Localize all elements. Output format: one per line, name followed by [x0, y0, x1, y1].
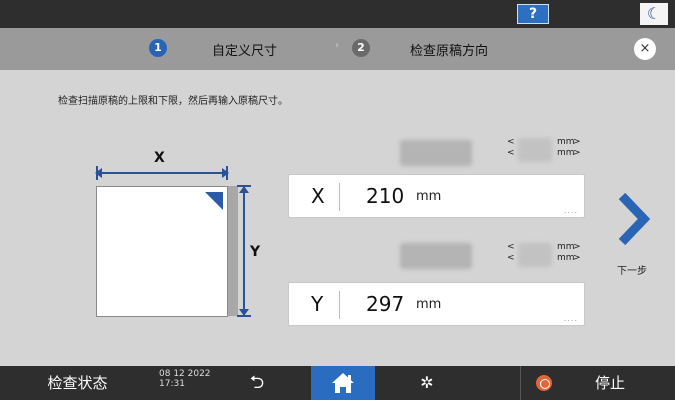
y-field-divider: [339, 291, 340, 319]
x-hint-blurred: [400, 140, 472, 166]
x-size-field[interactable]: X 210 mm ....: [288, 174, 585, 218]
instruction-text: 检查扫描原稿的上限和下限，然后再输入原稿尺寸。: [58, 96, 288, 107]
y-range-max-unit: mm: [557, 253, 575, 263]
bottom-bar: 检查状态 08 12 2022 17:31 ⮌ ✲ 停止: [0, 366, 675, 400]
back-arrow-icon: ⮌: [249, 372, 265, 393]
home-button[interactable]: [311, 366, 375, 400]
x-range-max-suffix: >: [573, 148, 581, 158]
diagram-y-label: Y: [250, 244, 261, 260]
y-arrow-down-icon: [239, 309, 249, 316]
step-2-label: 检查原稿方向: [410, 44, 489, 59]
stop-icon[interactable]: [536, 375, 552, 391]
y-range-values-blurred: [518, 243, 552, 267]
gear-icon: ✲: [420, 373, 434, 392]
step-bar: 1 自定义尺寸 › 2 检查原稿方向 ×: [0, 28, 675, 70]
energy-saver-button[interactable]: ☾: [640, 3, 668, 25]
x-range-min-prefix: <: [507, 137, 515, 147]
step-2-number: 2: [352, 39, 370, 57]
close-button[interactable]: ×: [634, 38, 656, 60]
x-field-divider: [339, 183, 340, 211]
y-range-max-prefix: <: [507, 253, 515, 263]
y-dimension-line: [243, 186, 245, 317]
settings-button[interactable]: ✲: [407, 366, 447, 400]
check-status-button[interactable]: 检查状态: [0, 366, 155, 400]
x-field-unit: mm: [416, 189, 442, 204]
next-label[interactable]: 下一步: [617, 262, 647, 277]
y-field-axis-label: Y: [311, 292, 324, 316]
x-range-max-unit: mm: [557, 148, 575, 158]
x-range-min-suffix: >: [573, 137, 581, 147]
x-field-more-icon: ....: [563, 206, 578, 215]
moon-icon: ☾: [646, 4, 662, 23]
home-icon: [332, 373, 354, 393]
x-field-axis-label: X: [311, 184, 325, 208]
paper-sheet: [96, 186, 228, 317]
step-1-number: 1: [149, 39, 167, 57]
x-range-values-blurred: [518, 138, 552, 162]
time-text: 17:31: [159, 379, 185, 389]
y-field-value: 297: [366, 292, 405, 316]
y-range-min-prefix: <: [507, 242, 515, 252]
next-button[interactable]: [612, 190, 652, 248]
stop-button[interactable]: 停止: [595, 366, 625, 400]
y-range-min-suffix: >: [573, 242, 581, 252]
x-arrow-left-icon: [95, 168, 102, 178]
step-1-label: 自定义尺寸: [212, 44, 278, 59]
y-range-max-suffix: >: [573, 253, 581, 263]
y-size-field[interactable]: Y 297 mm ....: [288, 282, 585, 326]
y-arrow-up-icon: [239, 186, 249, 193]
step-separator-icon: ›: [335, 40, 339, 51]
x-range-min-unit: mm: [557, 137, 575, 147]
x-field-value: 210: [366, 184, 405, 208]
date-text: 08 12 2022: [159, 369, 211, 379]
x-dimension-line: [96, 172, 228, 174]
y-hint-blurred: [400, 243, 472, 269]
y-range-min-unit: mm: [557, 242, 575, 252]
paper-orientation-corner-icon: [205, 192, 223, 210]
bottom-divider: [520, 366, 521, 400]
paper-size-diagram: X Y: [92, 150, 267, 320]
date-time-display: 08 12 2022 17:31: [159, 369, 211, 389]
back-button[interactable]: ⮌: [237, 366, 277, 400]
y-field-unit: mm: [416, 297, 442, 312]
y-field-more-icon: ....: [563, 314, 578, 323]
diagram-x-label: X: [154, 150, 165, 166]
x-range-max-prefix: <: [507, 148, 515, 158]
top-bar: ? ☾: [0, 0, 675, 28]
chevron-right-icon: [618, 192, 651, 246]
help-button[interactable]: ?: [517, 4, 549, 24]
x-arrow-right-icon: [222, 168, 229, 178]
